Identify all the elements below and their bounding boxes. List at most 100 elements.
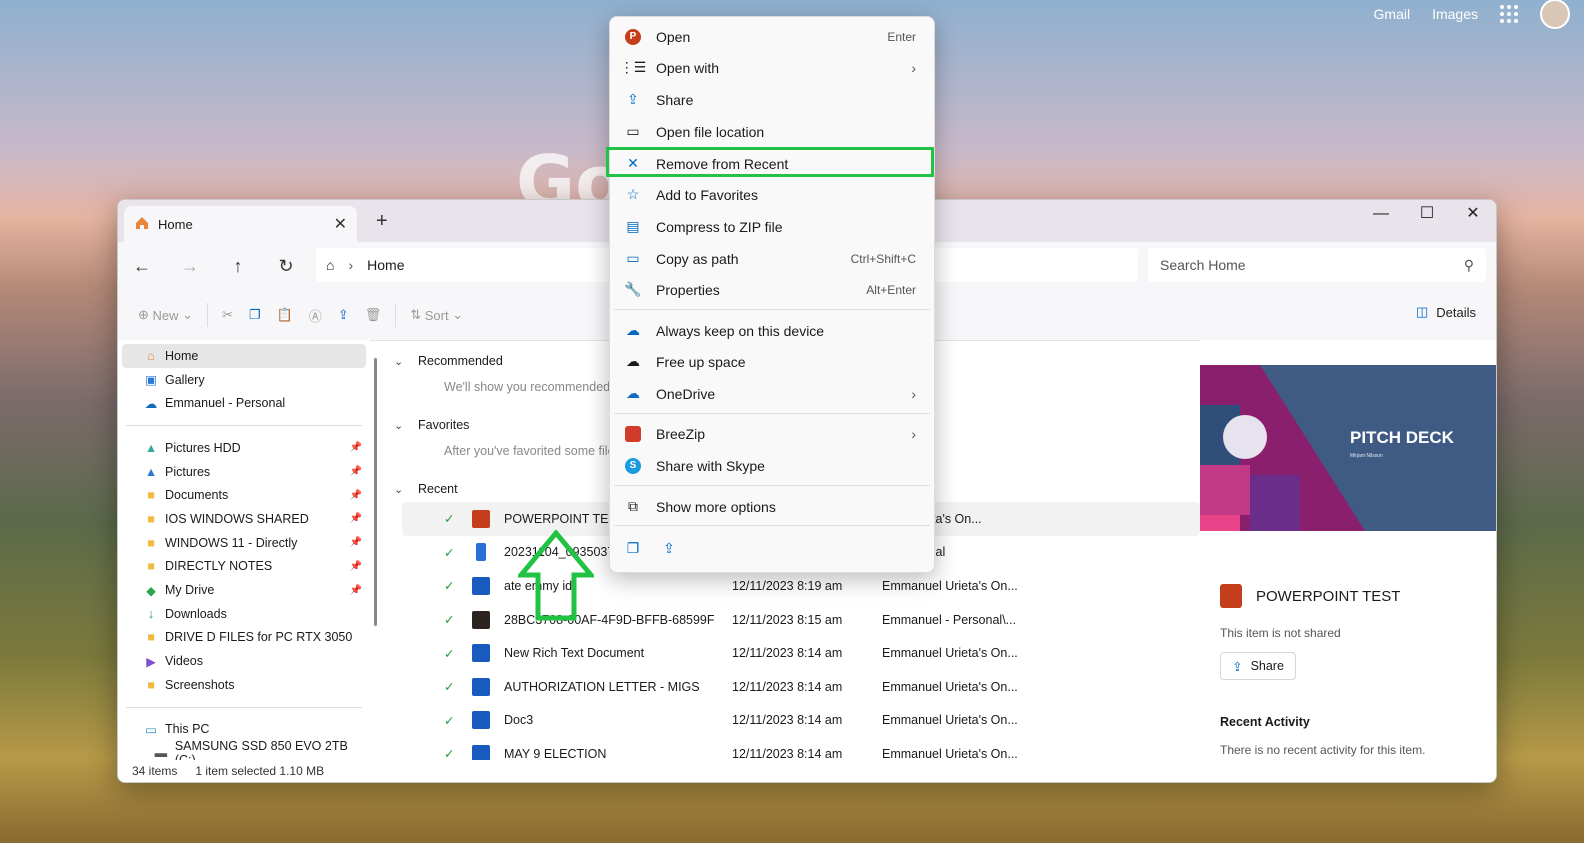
share-button[interactable]: ⇪ Share: [1220, 652, 1296, 680]
folder-icon: ■: [147, 535, 155, 550]
search-icon: ⚲: [1463, 256, 1474, 273]
tab-title: Home: [158, 216, 193, 232]
table-row[interactable]: ✓ ate emmy id 12/11/2023 8:19 am Emmanue…: [384, 569, 1200, 603]
status-bar: 34 items 1 item selected 1.10 MB: [118, 760, 1496, 782]
menu-item-onedrive[interactable]: ☁ OneDrive ›: [614, 378, 930, 409]
annotation-arrow-icon: [518, 530, 594, 621]
folder-icon: ■: [147, 677, 155, 692]
breezip-icon: [624, 425, 642, 443]
drive-icon: ▬: [154, 746, 168, 761]
menu-item-compress-zip[interactable]: ▤ Compress to ZIP file: [614, 211, 930, 242]
sidebar-item-gallery[interactable]: ▣ Gallery: [118, 368, 370, 392]
apps-grid-icon[interactable]: [1500, 5, 1518, 23]
sidebar-item-documents[interactable]: ■ Documents 📌: [118, 483, 370, 507]
chevron-right-icon: ›: [911, 425, 916, 442]
more-options-icon: ⧉: [628, 498, 638, 514]
menu-item-free-up-space[interactable]: ☁ Free up space: [614, 346, 930, 377]
share-icon[interactable]: ⇪: [660, 540, 678, 558]
menu-item-open-with[interactable]: ⋮☰ Open with ›: [614, 52, 930, 83]
gmail-link[interactable]: Gmail: [1374, 6, 1411, 22]
sidebar-item-windows-11[interactable]: ■ WINDOWS 11 - Directly 📌: [118, 531, 370, 555]
new-tab-button[interactable]: +: [376, 210, 388, 233]
table-row[interactable]: ✓ 28BC3708-00AF-4F9D-BFFB-68599F... 12/1…: [384, 603, 1200, 637]
maximize-icon[interactable]: ☐: [1404, 200, 1450, 230]
tab-home[interactable]: Home ✕: [124, 206, 357, 242]
sidebar-item-pictures[interactable]: ▲ Pictures 📌: [118, 460, 370, 484]
breadcrumb-home[interactable]: Home: [367, 257, 404, 273]
zip-icon: ▤: [626, 218, 640, 234]
pictures-icon: ▲: [144, 464, 158, 479]
word-file-icon: [472, 576, 490, 595]
up-arrow-icon[interactable]: ↑: [214, 256, 262, 277]
nav-scrollbar[interactable]: [374, 358, 377, 626]
close-tab-icon[interactable]: ✕: [334, 214, 347, 234]
sidebar-item-ios-windows-shared[interactable]: ■ IOS WINDOWS SHARED 📌: [118, 507, 370, 531]
table-row[interactable]: ✓ Doc3 12/11/2023 8:14 am Emmanuel Uriet…: [384, 704, 1200, 738]
word-file-icon: [472, 677, 490, 696]
thumb-title: PITCH DECK: [1350, 428, 1454, 447]
google-top-bar: Gmail Images: [1374, 0, 1584, 29]
table-row[interactable]: ✓ New Rich Text Document 12/11/2023 8:14…: [384, 636, 1200, 670]
menu-item-share-with-skype[interactable]: S Share with Skype: [614, 450, 930, 481]
images-link[interactable]: Images: [1432, 6, 1478, 22]
powerpoint-file-icon: [1220, 584, 1242, 608]
home-icon[interactable]: ⌂: [326, 257, 334, 273]
recent-activity-heading: Recent Activity: [1220, 715, 1310, 729]
menu-item-open[interactable]: P Open Enter: [614, 21, 930, 52]
pin-icon: 📌: [349, 466, 362, 478]
sidebar-item-my-drive[interactable]: ◆ My Drive 📌: [118, 578, 370, 602]
details-pane-icon: ◫: [1415, 304, 1429, 319]
back-arrow-icon[interactable]: ←: [118, 256, 166, 277]
paste-icon[interactable]: 📋: [269, 299, 301, 331]
pin-icon: 📌: [349, 489, 362, 501]
menu-item-open-file-location[interactable]: ▭ Open file location: [614, 116, 930, 147]
star-icon: ☆: [626, 186, 640, 202]
chevron-right-icon: ›: [911, 385, 916, 402]
minimize-icon[interactable]: —: [1358, 200, 1404, 230]
sync-status-icon: ✓: [444, 545, 455, 560]
search-input[interactable]: Search Home ⚲: [1148, 248, 1486, 282]
cut-icon[interactable]: ✂: [214, 299, 241, 331]
sidebar-item-onedrive[interactable]: ☁ Emmanuel - Personal: [118, 391, 370, 415]
menu-item-copy-as-path[interactable]: ▭ Copy as path Ctrl+Shift+C: [614, 243, 930, 274]
menu-item-always-keep[interactable]: ☁ Always keep on this device: [614, 315, 930, 346]
copy-icon[interactable]: ❐: [241, 299, 269, 331]
share-icon: ⇪: [1232, 659, 1243, 674]
recent-activity-empty: There is no recent activity for this ite…: [1220, 743, 1426, 757]
sidebar-item-downloads[interactable]: ↓ Downloads: [118, 602, 370, 626]
new-button[interactable]: ⊕ New ⌄: [130, 299, 201, 331]
copy-icon[interactable]: ❐: [624, 540, 642, 558]
sidebar-item-drive-d-files[interactable]: ■ DRIVE D FILES for PC RTX 3050: [118, 626, 370, 650]
menu-item-share[interactable]: ⇪ Share: [614, 84, 930, 115]
table-row[interactable]: ✓ AUTHORIZATION LETTER - MIGS 12/11/2023…: [384, 670, 1200, 704]
account-avatar[interactable]: [1540, 0, 1570, 29]
sidebar-item-directly-notes[interactable]: ■ DIRECTLY NOTES 📌: [118, 555, 370, 579]
onedrive-icon: ☁: [626, 385, 640, 401]
sync-status-icon: ✓: [444, 579, 455, 594]
menu-item-breezip[interactable]: BreeZip ›: [614, 418, 930, 449]
powerpoint-icon: P: [624, 28, 642, 46]
sidebar-item-videos[interactable]: ▶ Videos: [118, 649, 370, 673]
rename-icon[interactable]: Ⓐ: [301, 299, 330, 331]
details-button[interactable]: ◫ Details: [1416, 304, 1476, 320]
sidebar-item-pictures-hdd[interactable]: ▲ Pictures HDD 📌: [118, 436, 370, 460]
menu-item-add-to-favorites[interactable]: ☆ Add to Favorites: [614, 179, 930, 210]
delete-icon[interactable]: 🗑: [357, 299, 390, 331]
item-count: 34 items: [132, 764, 178, 778]
close-window-icon[interactable]: ✕: [1450, 200, 1496, 230]
refresh-icon[interactable]: ↻: [262, 256, 310, 277]
forward-arrow-icon[interactable]: →: [166, 256, 214, 277]
download-icon: ↓: [147, 606, 155, 621]
sidebar-item-this-pc[interactable]: ▭ This PC: [118, 718, 370, 742]
chevron-right-icon: ›: [911, 59, 916, 76]
sidebar-item-screenshots[interactable]: ■ Screenshots: [118, 673, 370, 697]
share-icon[interactable]: ⇪: [330, 299, 357, 331]
gallery-icon: ▣: [145, 373, 157, 388]
folder-icon: ■: [147, 630, 155, 645]
image-file-icon: [472, 610, 490, 629]
menu-item-properties[interactable]: 🔧 Properties Alt+Enter: [614, 274, 930, 305]
sort-button[interactable]: ⇅ Sort ⌄: [402, 299, 471, 331]
file-preview-thumbnail: PITCH DECK Mirjam Nilsson: [1200, 365, 1496, 531]
sidebar-item-home[interactable]: ⌂ Home: [122, 344, 366, 368]
menu-item-show-more-options[interactable]: ⧉ Show more options: [614, 491, 930, 522]
